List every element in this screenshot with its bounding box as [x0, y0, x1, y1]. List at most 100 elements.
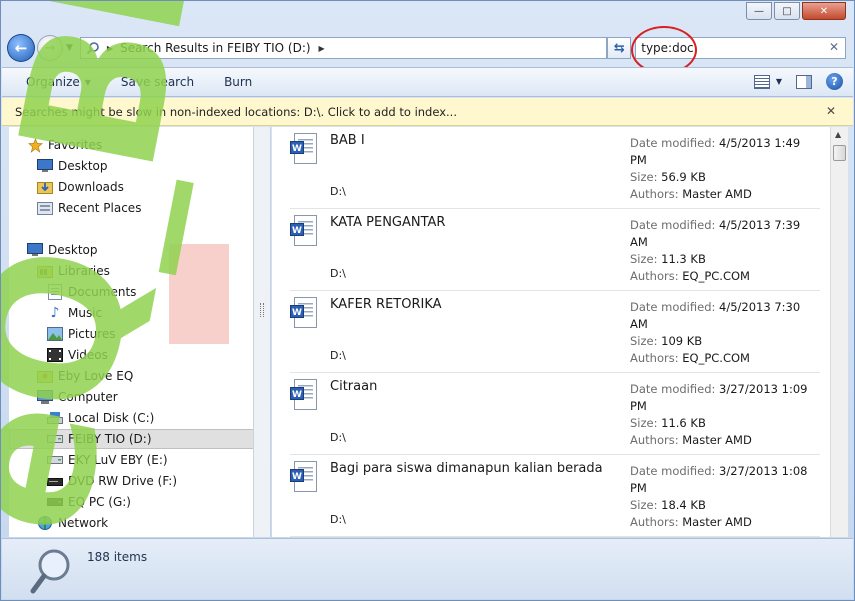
details-pane: 188 items: [2, 538, 853, 599]
size-value: 56.9 KB: [661, 170, 706, 184]
close-icon[interactable]: ✕: [826, 104, 836, 118]
info-bar[interactable]: Searches might be slow in non-indexed lo…: [2, 98, 853, 126]
breadcrumb-arrow-icon[interactable]: ▶: [319, 44, 325, 53]
close-button[interactable]: ✕: [802, 2, 846, 20]
authors-label: Authors:: [630, 515, 679, 529]
sidebar-item-dvd-drive[interactable]: DVD RW Drive (F:): [47, 471, 177, 491]
list-item[interactable]: W KAFER RETORIKA D:\ Date modified: 4/5/201…: [272, 291, 820, 373]
chevron-down-icon[interactable]: ▼: [776, 77, 782, 86]
help-icon[interactable]: ?: [826, 73, 843, 90]
search-results-list: W BAB I D:\ Date modified: 4/5/2013 1:49 PM…: [272, 127, 830, 537]
file-path: D:\: [330, 513, 346, 526]
size-value: 11.6 KB: [661, 416, 706, 430]
date-modified-label: Date modified:: [630, 464, 716, 478]
splitter-grip-icon[interactable]: [260, 303, 264, 317]
sidebar-item-libraries[interactable]: Libraries: [37, 261, 110, 281]
music-icon: ♪: [50, 305, 60, 321]
burn-button[interactable]: Burn: [224, 75, 252, 89]
list-item[interactable]: W Citraan D:\ Date modified: 3/27/2013 1:09…: [272, 373, 820, 455]
word-document-icon: W: [290, 215, 320, 246]
sidebar-item-label: Libraries: [58, 264, 110, 278]
file-metadata: Date modified: 4/5/2013 7:30 AM Size: 109…: [630, 299, 820, 367]
word-document-icon: W: [290, 133, 320, 164]
svg-text:W: W: [292, 144, 302, 154]
star-icon: [27, 137, 43, 153]
file-name[interactable]: KAFER RETORIKA: [330, 297, 442, 312]
sidebar-item-eky-luv-eby[interactable]: EKY LuV EBY (E:): [47, 450, 168, 470]
sidebar-item-recent-places[interactable]: Recent Places: [37, 198, 141, 218]
date-modified-label: Date modified:: [630, 300, 716, 314]
clear-search-icon[interactable]: ✕: [829, 40, 839, 54]
sidebar-item-music[interactable]: ♪ Music: [47, 303, 103, 323]
forward-button[interactable]: →: [36, 35, 63, 61]
sidebar-item-label: Network: [58, 516, 109, 530]
refresh-button[interactable]: ⇆: [607, 37, 632, 59]
pictures-icon: [47, 326, 63, 342]
sidebar-item-network[interactable]: Network: [37, 513, 108, 533]
item-count: 188 items: [87, 550, 148, 564]
sidebar-item-videos[interactable]: Videos: [47, 345, 108, 365]
results-scrollbar[interactable]: ▲: [830, 127, 848, 537]
file-name[interactable]: KATA PENGANTAR: [330, 215, 445, 230]
list-item[interactable]: W Bagi para siswa dimanapun kalian berada…: [272, 455, 820, 537]
desktop-icon: [27, 242, 43, 258]
sidebar-item-label: FEIBY TIO (D:): [68, 432, 152, 446]
sidebar-item-label: Desktop: [48, 243, 98, 257]
back-button[interactable]: ←: [7, 34, 35, 62]
file-name[interactable]: Bagi para siswa dimanapun kalian berada: [330, 461, 603, 476]
size-label: Size:: [630, 498, 658, 512]
address-bar[interactable]: ▶ Search Results in FEIBY TIO (D:) ▶: [79, 37, 608, 59]
scrollbar-thumb[interactable]: [833, 145, 846, 161]
pane-splitter[interactable]: [253, 127, 271, 537]
info-bar-message[interactable]: Searches might be slow in non-indexed lo…: [15, 105, 457, 119]
sidebar-item-label: Recent Places: [58, 201, 142, 215]
size-label: Size:: [630, 170, 658, 184]
caption-buttons: — □ ✕: [746, 2, 846, 20]
sidebar-item-label: Computer: [58, 390, 118, 404]
word-document-icon: W: [290, 297, 320, 328]
list-item[interactable]: W KATA PENGANTAR D:\ Date modified: 4/5/201…: [272, 209, 820, 291]
sidebar-item-documents[interactable]: Documents: [47, 282, 136, 302]
size-value: 18.4 KB: [661, 498, 706, 512]
toolbar-right: ▼ ?: [753, 73, 843, 90]
size-value: 109 KB: [661, 334, 703, 348]
authors-value: Master AMD: [682, 515, 752, 529]
breadcrumb[interactable]: Search Results in FEIBY TIO (D:): [120, 41, 310, 55]
recent-pages-dropdown[interactable]: ▼: [66, 43, 76, 53]
search-icon: [30, 545, 74, 597]
scroll-up-icon[interactable]: ▲: [835, 130, 841, 139]
computer-icon: [37, 389, 53, 405]
breadcrumb-arrow-icon[interactable]: ▶: [107, 44, 113, 53]
sidebar-item-user[interactable]: Eby Love EQ: [37, 366, 133, 386]
svg-text:W: W: [292, 390, 302, 400]
sidebar-item-downloads[interactable]: Downloads: [37, 177, 124, 197]
sidebar-item-computer[interactable]: Computer: [37, 387, 118, 407]
network-icon: [37, 515, 53, 531]
date-modified-label: Date modified:: [630, 136, 716, 150]
sidebar-item-label: Favorites: [48, 138, 103, 152]
sidebar-item-feiby-tio[interactable]: FEIBY TIO (D:): [9, 429, 255, 449]
dvd-drive-icon: [47, 473, 63, 489]
back-arrow-icon: ←: [14, 39, 28, 57]
change-view-icon[interactable]: [753, 74, 770, 89]
burn-label: Burn: [224, 75, 253, 89]
size-label: Size:: [630, 252, 658, 266]
sidebar-item-eq-pc[interactable]: EQ PC (G:): [47, 492, 131, 512]
organize-button[interactable]: Organize ▼: [26, 75, 91, 89]
authors-label: Authors:: [630, 351, 679, 365]
preview-pane-icon[interactable]: [796, 74, 812, 89]
sidebar-item-local-disk[interactable]: Local Disk (C:): [47, 408, 154, 428]
sidebar-item-favorites[interactable]: Favorites: [27, 135, 102, 155]
minimize-button[interactable]: —: [746, 2, 772, 20]
sidebar-item-pictures[interactable]: Pictures: [47, 324, 116, 344]
file-metadata: Date modified: 4/5/2013 7:39 AM Size: 11.…: [630, 217, 820, 285]
list-item[interactable]: W BAB I D:\ Date modified: 4/5/2013 1:49 PM…: [272, 127, 820, 209]
size-label: Size:: [630, 416, 658, 430]
sidebar-item-desktop-root[interactable]: Desktop: [27, 240, 98, 260]
downloads-icon: [37, 179, 53, 195]
sidebar-item-desktop[interactable]: Desktop: [37, 156, 108, 176]
maximize-button[interactable]: □: [774, 2, 800, 20]
save-search-button[interactable]: Save search: [121, 75, 194, 89]
file-name[interactable]: Citraan: [330, 379, 377, 394]
file-name[interactable]: BAB I: [330, 133, 365, 148]
